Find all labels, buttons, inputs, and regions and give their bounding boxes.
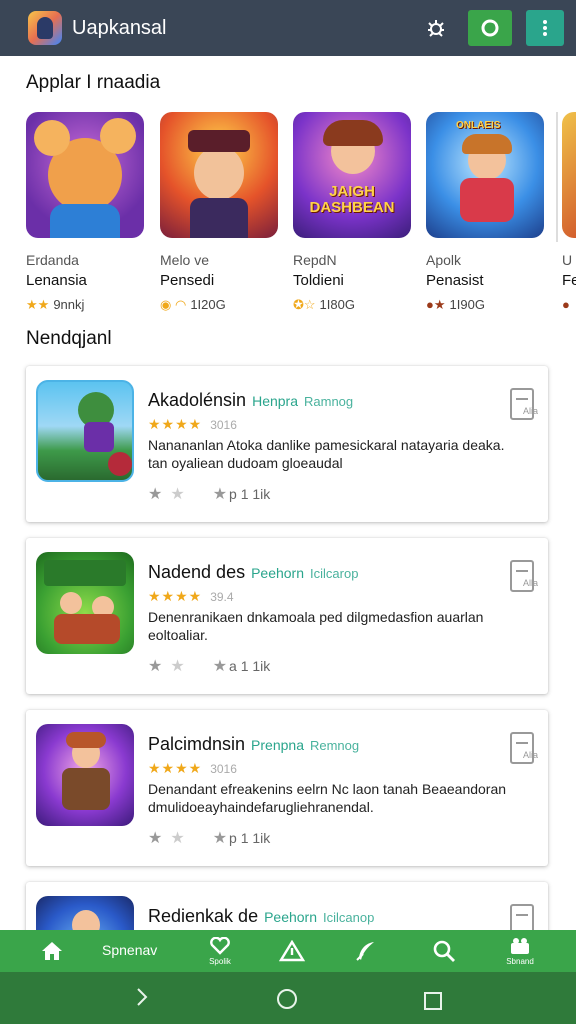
- star-icon: ✪☆: [293, 297, 316, 312]
- thumbnail-caption: JAIGH DASHBEAN: [309, 183, 395, 216]
- featured-app-name: Lenansia: [26, 272, 87, 289]
- recents-icon[interactable]: [424, 990, 442, 1016]
- featured-app-name: Pensedi: [160, 272, 215, 289]
- star-icon: ★: [212, 486, 228, 503]
- app-description: Nanananlan Atoka danlike pamesickaral na…: [148, 437, 505, 471]
- app-tag: Ramnog: [304, 394, 354, 409]
- star-icon: ★★★★: [148, 416, 203, 432]
- home-circle-icon[interactable]: [276, 988, 298, 1016]
- download-label: Alia: [522, 750, 538, 760]
- app-list-card[interactable]: Nadend des Peehorn Icilcarop ★★★★ 39.4 Dene…: [26, 538, 548, 694]
- app-rating: ★★★★ 3016: [148, 760, 237, 776]
- app-title: Akadolénsin Henpra Ramnog: [148, 390, 354, 410]
- featured-app-rating: ✪☆ 1I80G: [293, 297, 355, 312]
- app-icon[interactable]: [36, 380, 134, 482]
- star-icon: ★★★★: [148, 588, 203, 604]
- refresh-icon[interactable]: [468, 10, 512, 46]
- thumbnail-caption: ONLAEIS: [456, 120, 501, 131]
- app-thumbnail[interactable]: [562, 112, 576, 238]
- app-rating: ★★★★ 39.4: [148, 588, 234, 604]
- app-footer: ★ ★ ★ p 1 1ik: [148, 486, 271, 503]
- app-tag: Henpra: [252, 393, 298, 409]
- bug-icon[interactable]: [418, 10, 454, 46]
- app-description: Denandant efreakenins eelrn Nc laon tana…: [148, 781, 507, 815]
- more-icon[interactable]: [526, 10, 564, 46]
- app-list-card[interactable]: Akadolénsin Henpra Ramnog ★★★★ 3016 Nananan…: [26, 366, 548, 522]
- bottom-navigation: Spnenav Spolik Sbnand: [0, 930, 576, 972]
- app-tag: Icilcanop: [323, 910, 375, 925]
- featured-app-name: Fe: [562, 272, 576, 289]
- feather-icon[interactable]: [350, 930, 382, 972]
- featured-app-name: Toldieni: [293, 272, 344, 289]
- featured-app-rating: ◉ ◠ 1I20G: [160, 297, 226, 312]
- star-outline-icon: ★: [170, 486, 185, 503]
- star-icon: ●★: [426, 297, 446, 312]
- app-thumbnail[interactable]: [26, 112, 144, 238]
- back-icon[interactable]: [134, 986, 150, 1014]
- star-icon: ★★: [26, 297, 50, 312]
- app-logo: [28, 11, 62, 45]
- app-title: Redienkak de Peehorn Icilcanop: [148, 906, 375, 926]
- app-tag: Icilcarop: [310, 566, 359, 581]
- triangle-icon[interactable]: [276, 930, 308, 972]
- app-tag: Remnog: [309, 738, 360, 753]
- app-icon[interactable]: [36, 552, 134, 654]
- featured-app-name: Penasist: [426, 272, 484, 289]
- app-thumbnail[interactable]: ONLAEIS: [426, 112, 544, 238]
- app-tag: Prenpna: [251, 737, 304, 753]
- carousel-scroll-indicator: [556, 112, 558, 242]
- search-icon[interactable]: [428, 930, 460, 972]
- star-outline-icon: ★: [170, 658, 185, 675]
- star-icon: ★: [148, 830, 163, 847]
- app-thumbnail[interactable]: [160, 112, 278, 238]
- nav-label[interactable]: Spnenav: [102, 942, 157, 958]
- featured-app-subtitle: Erdanda: [26, 252, 79, 268]
- app-title: Nadend des Peehorn Icilcarop: [148, 562, 359, 582]
- star-icon: ★★★★: [148, 760, 203, 776]
- app-icon[interactable]: [36, 724, 134, 826]
- featured-app-card[interactable]: JAIGH DASHBEAN RepdN Toldieni ✪☆ 1I80G: [293, 112, 411, 313]
- app-thumbnail[interactable]: JAIGH DASHBEAN: [293, 112, 411, 238]
- top-app-bar: Uapkansal: [0, 0, 576, 56]
- coin-icon: ◉ ◠: [160, 297, 187, 312]
- app-title: Palcimdnsin Prenpna Remnog: [148, 734, 360, 754]
- featured-app-subtitle: U: [562, 252, 573, 268]
- featured-app-subtitle: Melo ve: [160, 252, 210, 268]
- featured-carousel[interactable]: Erdanda Lenansia ★★ 9nnkj Melo ve Pensedi…: [26, 112, 576, 312]
- star-icon: ●: [562, 297, 570, 312]
- featured-app-rating: ●: [562, 297, 576, 312]
- app-tag: Peehorn: [251, 565, 305, 581]
- app-list-card[interactable]: Palcimdnsin Prenpna Remnog ★★★★ 3016 Denand…: [26, 710, 548, 866]
- heart-icon[interactable]: Spolik: [200, 930, 240, 972]
- app-footer: ★ ★ ★ a 1 1ik: [148, 658, 271, 675]
- app-footer: ★ ★ ★ p 1 1ik: [148, 830, 271, 847]
- app-title: Uapkansal: [72, 16, 167, 39]
- star-icon: ★: [212, 830, 228, 847]
- star-icon: ★: [148, 658, 163, 675]
- app-rating: ★★★★ 3016: [148, 416, 237, 432]
- home-icon[interactable]: [36, 930, 68, 972]
- featured-section-title: Applar I rnaadia: [26, 72, 161, 93]
- featured-app-subtitle: Apolk: [426, 252, 462, 268]
- featured-app-subtitle: RepdN: [293, 252, 337, 268]
- gift-icon[interactable]: Sbnand: [498, 930, 542, 972]
- featured-app-rating: ●★ 1I90G: [426, 297, 485, 312]
- featured-app-card[interactable]: Melo ve Pensedi ◉ ◠ 1I20G: [160, 112, 278, 313]
- system-navigation-bar: [0, 972, 576, 1024]
- featured-app-card[interactable]: Erdanda Lenansia ★★ 9nnkj: [26, 112, 144, 313]
- list-section-title: Nendqjanl: [26, 328, 112, 349]
- featured-app-card[interactable]: ONLAEIS Apolk Penasist ●★ 1I90G: [426, 112, 544, 313]
- star-icon: ★: [212, 658, 228, 675]
- download-label: Alla: [522, 578, 538, 588]
- app-description: Denenranikaen dnkamoala ped dilgmedasfio…: [148, 609, 484, 643]
- featured-app-rating: ★★ 9nnkj: [26, 297, 85, 312]
- featured-app-card[interactable]: U Fe ●: [562, 112, 576, 312]
- app-tag: Peehorn: [264, 909, 318, 925]
- star-icon: ★: [148, 486, 163, 503]
- star-outline-icon: ★: [170, 830, 185, 847]
- download-label: Alia: [522, 406, 538, 416]
